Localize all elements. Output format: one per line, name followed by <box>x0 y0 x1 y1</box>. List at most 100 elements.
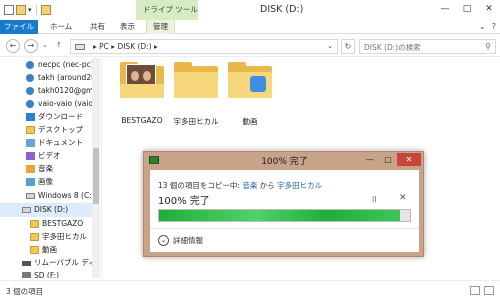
quick-access-toolbar: ▾ <box>4 4 51 16</box>
search-input[interactable] <box>364 41 476 53</box>
pause-button[interactable]: II <box>372 195 377 204</box>
face <box>143 71 151 81</box>
chevron-down-icon[interactable]: ⌄ <box>158 234 169 246</box>
back-button[interactable]: ← <box>6 39 20 53</box>
tab-manage[interactable]: 管理 <box>146 20 175 34</box>
percent-complete: 100% 完了 <box>158 196 210 207</box>
tab-share[interactable]: 共有 <box>84 20 111 34</box>
sidebar-item-music[interactable]: 音楽 <box>0 162 92 176</box>
sidebar-item-takh0120[interactable]: takh0120@gma <box>0 84 92 98</box>
sd-card-icon <box>22 272 31 278</box>
folder-item-douga[interactable]: 動画 <box>220 62 280 132</box>
dialog-body: 13 個の項目をコピー中: 音楽 から 宇多田ヒカル 100% 完了 II ✕ … <box>150 170 419 252</box>
folder-item-utada[interactable]: 宇多田ヒカル <box>166 62 226 132</box>
up-button[interactable]: ↑ <box>56 41 62 49</box>
drive-tools-label: ドライブ ツール <box>143 5 198 14</box>
dialog-maximize-button[interactable]: □ <box>379 153 397 166</box>
sidebar-item-removable[interactable]: リムーバブル ディスク <box>0 256 92 270</box>
more-details-label: 詳細情報 <box>173 235 203 245</box>
drive-icon <box>22 207 31 213</box>
sidebar-item-windows-c[interactable]: Windows 8 (C:) <box>0 189 92 203</box>
search-icon[interactable]: ⚲ <box>485 42 491 51</box>
customize-toolbar-icon[interactable]: ▾ <box>28 6 32 14</box>
item-count: 3 個の項目 <box>6 287 44 296</box>
progress-fill <box>159 210 400 221</box>
dialog-minimize-button[interactable]: — <box>361 153 379 166</box>
tab-file[interactable]: ファイル <box>0 20 38 34</box>
drive-tools-context-tab: ドライブ ツール <box>136 0 198 20</box>
details-view-icon[interactable] <box>470 286 480 295</box>
folder-front <box>174 72 218 98</box>
network-icon <box>26 74 34 82</box>
cancel-button[interactable]: ✕ <box>399 193 407 203</box>
source-link[interactable]: 音楽 <box>242 181 257 190</box>
sidebar-item-necpc[interactable]: necpc (nec-pc) <box>0 58 92 72</box>
forward-button[interactable]: → <box>24 39 38 53</box>
minimize-button[interactable]: — <box>434 0 456 18</box>
status-bar: 3 個の項目 <box>0 280 500 301</box>
help-icon[interactable]: ? <box>492 22 496 31</box>
sidebar-item-documents[interactable]: ドキュメント <box>0 136 92 150</box>
folder-item-bestgazo[interactable]: BESTGAZO <box>112 62 172 132</box>
network-icon <box>26 61 34 69</box>
sidebar-item-sd[interactable]: SD (F:) <box>0 269 92 278</box>
folder-icon <box>228 62 272 98</box>
sidebar-item-disk-d[interactable]: DISK (D:) <box>0 203 92 217</box>
sidebar-item-vaio[interactable]: vaio-vaio (vaio) <box>0 97 92 111</box>
sidebar-item-desktop[interactable]: デスクトップ <box>0 123 92 137</box>
address-bar[interactable]: ▸ PC ▸ DISK (D:) ▸ ⌄ <box>70 39 338 54</box>
window-title: DISK (D:) <box>260 4 304 15</box>
recent-locations-icon[interactable]: ⌄ <box>42 41 48 49</box>
sidebar-item-douga[interactable]: 動画 <box>0 243 92 257</box>
properties-icon[interactable] <box>4 5 14 15</box>
face <box>131 71 139 81</box>
folder-tab <box>228 62 246 68</box>
sidebar-item-videos[interactable]: ビデオ <box>0 149 92 163</box>
folder-label: 宇多田ヒカル <box>173 117 219 126</box>
windows-drive-icon <box>26 193 35 199</box>
destination-link[interactable]: 宇多田ヒカル <box>277 181 322 190</box>
search-box[interactable]: ⚲ <box>359 39 496 54</box>
folder-icon <box>40 5 51 15</box>
scrollbar-thumb[interactable] <box>93 148 99 204</box>
refresh-button[interactable]: ↻ <box>341 39 355 54</box>
video-icon <box>26 152 35 160</box>
folder-icon <box>120 62 164 98</box>
folder-icon <box>30 246 39 254</box>
sidebar-item-downloads[interactable]: ダウンロード <box>0 110 92 124</box>
sidebar-item-utada[interactable]: 宇多田ヒカル <box>0 230 92 244</box>
close-button[interactable]: ✕ <box>478 0 500 18</box>
maximize-button[interactable]: □ <box>456 0 478 18</box>
sidebar-item-takh[interactable]: takh (around26 <box>0 71 92 85</box>
tab-home[interactable]: ホーム <box>44 20 78 34</box>
ribbon-tabs: ファイル ホーム 共有 表示 管理 <box>0 20 500 34</box>
copy-progress-dialog: 100% 完了 — □ ✕ 13 個の項目をコピー中: 音楽 から 宇多田ヒカル… <box>143 151 424 257</box>
new-folder-icon[interactable] <box>16 5 26 15</box>
usb-drive-icon <box>22 261 31 266</box>
folder-icon <box>174 62 218 98</box>
copy-prefix: 13 個の項目をコピー中: <box>158 181 243 190</box>
more-details-toggle[interactable]: ⌄ 詳細情報 <box>158 233 203 247</box>
network-icon <box>26 87 34 95</box>
document-icon <box>26 139 35 147</box>
dialog-close-button[interactable]: ✕ <box>397 153 421 166</box>
folder-label: BESTGAZO <box>121 116 163 125</box>
folder-icon <box>30 233 39 241</box>
picture-icon <box>26 178 35 186</box>
dialog-window-controls: — □ ✕ <box>361 153 421 166</box>
tab-view[interactable]: 表示 <box>114 20 141 34</box>
expand-ribbon-icon[interactable]: ⌄ <box>479 22 486 31</box>
navigation-bar: ← → ⌄ ↑ ▸ PC ▸ DISK (D:) ▸ ⌄ ↻ ⚲ <box>0 35 500 57</box>
media-icon <box>250 76 266 92</box>
chevron-down-icon[interactable]: ⌄ <box>327 42 333 50</box>
divider <box>150 228 419 229</box>
large-icons-view-icon[interactable] <box>484 286 494 295</box>
window-controls: — □ ✕ <box>434 0 500 18</box>
sidebar-item-bestgazo[interactable]: BESTGAZO <box>0 217 92 231</box>
sidebar-scrollbar[interactable] <box>92 58 100 278</box>
breadcrumb[interactable]: ▸ PC ▸ DISK (D:) ▸ <box>93 42 158 51</box>
music-icon <box>26 165 35 173</box>
folder-label: 動画 <box>242 117 258 126</box>
sidebar-item-pictures[interactable]: 画像 <box>0 175 92 189</box>
ribbon-right-controls: ⌄ ? <box>479 22 496 31</box>
